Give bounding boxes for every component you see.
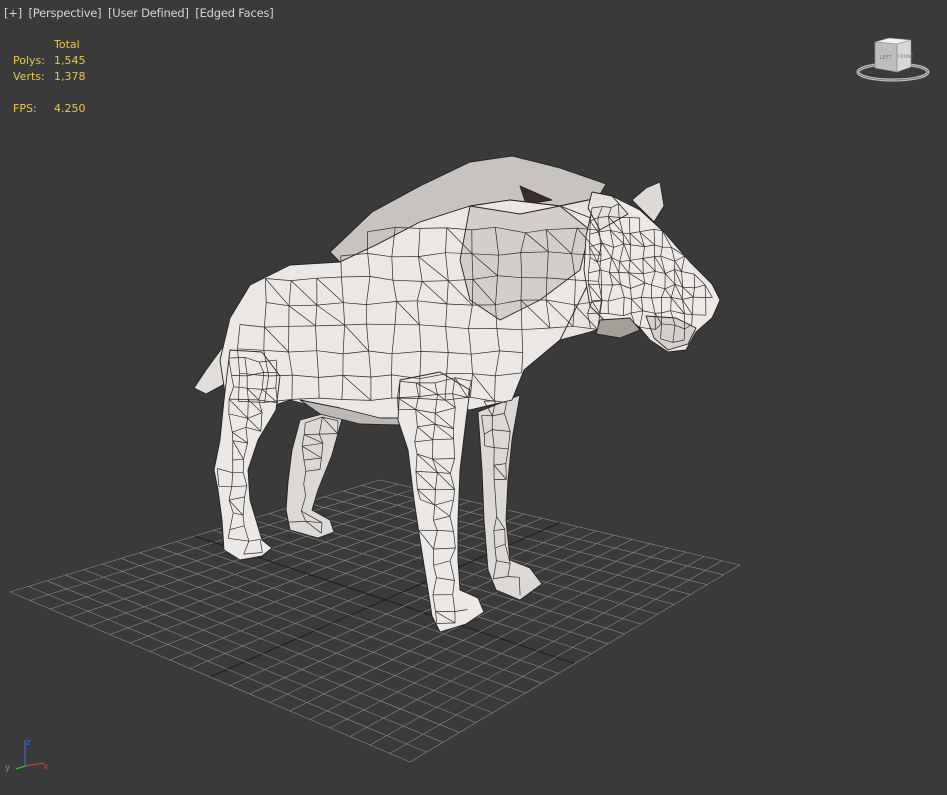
scene-canvas[interactable] [0, 0, 947, 795]
polys-value: 1,545 [54, 54, 86, 67]
mesh-edge [304, 433, 320, 435]
verts-label: Verts: [13, 70, 45, 83]
grid-line [28, 586, 427, 753]
mesh-edge [651, 297, 662, 299]
viewport-view-label[interactable]: [Perspective] [28, 6, 101, 20]
mesh-edge [318, 377, 320, 399]
near-front-leg [397, 371, 485, 633]
viewport-label-bar: [+] [Perspective] [User Defined] [Edged … [4, 6, 277, 20]
x-axis-line [24, 762, 45, 767]
mesh-edge [589, 246, 591, 258]
far-hind-leg [285, 407, 346, 539]
viewport-shading-label[interactable]: [Edged Faces] [195, 6, 273, 20]
viewcube[interactable]: LEFT FRONT [853, 34, 931, 84]
viewport-lighting-label[interactable]: [User Defined] [108, 6, 189, 20]
mesh-edge [232, 471, 244, 474]
mesh-edge [693, 296, 706, 298]
mesh-edge [218, 485, 232, 488]
z-axis-label: z [26, 738, 31, 748]
x-axis-label: x [43, 762, 49, 772]
mesh-edge [629, 217, 640, 219]
viewcube-front-label: FRONT [898, 54, 914, 60]
ground-grid [9, 479, 741, 763]
grid-line [9, 591, 411, 763]
mesh-edge [599, 312, 609, 314]
grid-line [65, 574, 460, 733]
axis-tripod: z x y [5, 738, 49, 773]
viewport-menu-plus[interactable]: [+] [4, 6, 22, 20]
mesh-edge [670, 297, 672, 311]
y-axis-line [15, 765, 26, 770]
verts-value: 1,378 [54, 70, 86, 83]
polys-label: Polys: [13, 54, 45, 67]
mesh-edge [319, 433, 338, 435]
viewcube-left-label: LEFT [880, 55, 893, 61]
perspective-viewport[interactable]: [+] [Perspective] [User Defined] [Edged … [0, 0, 947, 795]
mesh-edge [612, 284, 621, 286]
mesh-edge [692, 314, 706, 316]
y-axis-label: y [5, 763, 11, 773]
mesh-edge [419, 227, 447, 229]
stats-header: Total [54, 38, 80, 51]
statistics-overlay: Total Polys: 1,545 Verts: 1,378 FPS: 4.2… [13, 37, 86, 117]
mesh-edge [391, 397, 420, 399]
mesh-edge [231, 432, 234, 441]
grid-line [46, 580, 444, 743]
far-front-leg [477, 394, 543, 601]
mesh-edge [654, 255, 661, 257]
fps-label: FPS: [13, 102, 37, 115]
mesh-edge [229, 398, 249, 400]
mesh-edge [472, 279, 474, 306]
fps-value: 4.250 [54, 102, 86, 115]
